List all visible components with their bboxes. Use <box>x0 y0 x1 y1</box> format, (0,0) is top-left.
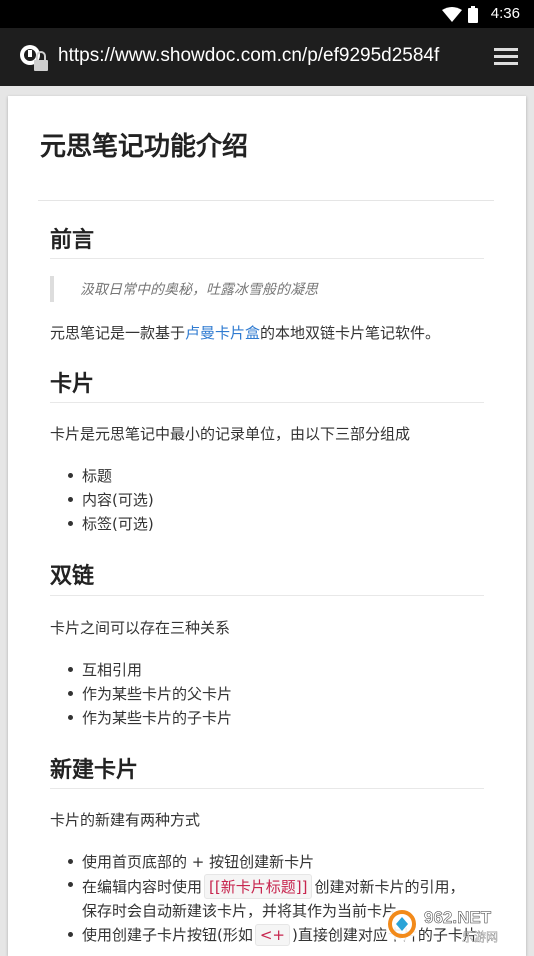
list-item: 作为某些卡片的子卡片 <box>82 707 232 728</box>
list-item: 互相引用 <box>82 659 142 680</box>
new-card-paragraph: 卡片的新建有两种方式 <box>50 809 200 830</box>
watermark-subtext: 乐游网 <box>462 930 498 944</box>
heading-card: 卡片 <box>50 366 94 398</box>
item-text: 创建对新卡片的引用， <box>314 878 464 896</box>
divider <box>50 788 484 789</box>
item-text: 使用创建子卡片按钮(形如 <box>82 926 253 944</box>
url-text[interactable]: https://www.showdoc.com.cn/p/ef9295d2584… <box>58 45 478 67</box>
list-item: 使用首页底部的 + 按钮创建新卡片 <box>82 851 314 872</box>
item-text: 在编辑内容时使用 <box>82 878 202 896</box>
wifi-icon <box>442 7 462 23</box>
heading-link: 双链 <box>50 558 94 590</box>
browser-url-bar[interactable]: https://www.showdoc.com.cn/p/ef9295d2584… <box>0 28 534 86</box>
list-item: 在编辑内容时使用[[新卡片标题]]创建对新卡片的引用， <box>82 874 464 899</box>
site-security-icon[interactable] <box>18 44 52 74</box>
quote-text: 汲取日常中的奥秘，吐露冰雪般的凝思 <box>80 279 318 299</box>
divider <box>50 402 484 403</box>
page-title: 元思笔记功能介绍 <box>40 126 248 163</box>
list-item: 标题 <box>82 465 112 486</box>
luhmann-link[interactable]: 卢曼卡片盒 <box>185 324 260 342</box>
list-item: 内容(可选) <box>82 489 154 510</box>
divider <box>50 595 484 596</box>
list-item: 作为某些卡片的父卡片 <box>82 683 232 704</box>
blockquote: 汲取日常中的奥秘，吐露冰雪般的凝思 <box>50 276 484 302</box>
card-paragraph: 卡片是元思笔记中最小的记录单位，由以下三部分组成 <box>50 423 410 444</box>
watermark-logo: 962.NET 乐游网 <box>382 903 528 945</box>
status-time: 4:36 <box>491 5 520 22</box>
status-bar: 4:36 <box>0 0 534 28</box>
document-card: 元思笔记功能介绍 前言 汲取日常中的奥秘，吐露冰雪般的凝思 元思笔记是一款基于卢… <box>8 96 526 956</box>
title-divider <box>38 200 494 201</box>
list-item: 标签(可选) <box>82 513 154 534</box>
preface-paragraph: 元思笔记是一款基于卢曼卡片盒的本地双链卡片笔记软件。 <box>50 322 440 343</box>
heading-preface: 前言 <box>50 222 94 254</box>
divider <box>50 258 484 259</box>
inline-code: [[新卡片标题]] <box>204 874 312 899</box>
preface-text-end: 的本地双链卡片笔记软件。 <box>260 324 440 342</box>
inline-code: <+ <box>255 924 290 946</box>
battery-icon <box>468 6 478 23</box>
menu-icon[interactable] <box>492 46 520 68</box>
link-paragraph: 卡片之间可以存在三种关系 <box>50 617 230 638</box>
list-item-continuation: 保存时会自动新建该卡片，并将其作为当前卡片 <box>82 900 397 921</box>
preface-text: 元思笔记是一款基于 <box>50 324 185 342</box>
watermark-text: 962.NET <box>424 908 492 927</box>
heading-new-card: 新建卡片 <box>50 752 138 784</box>
